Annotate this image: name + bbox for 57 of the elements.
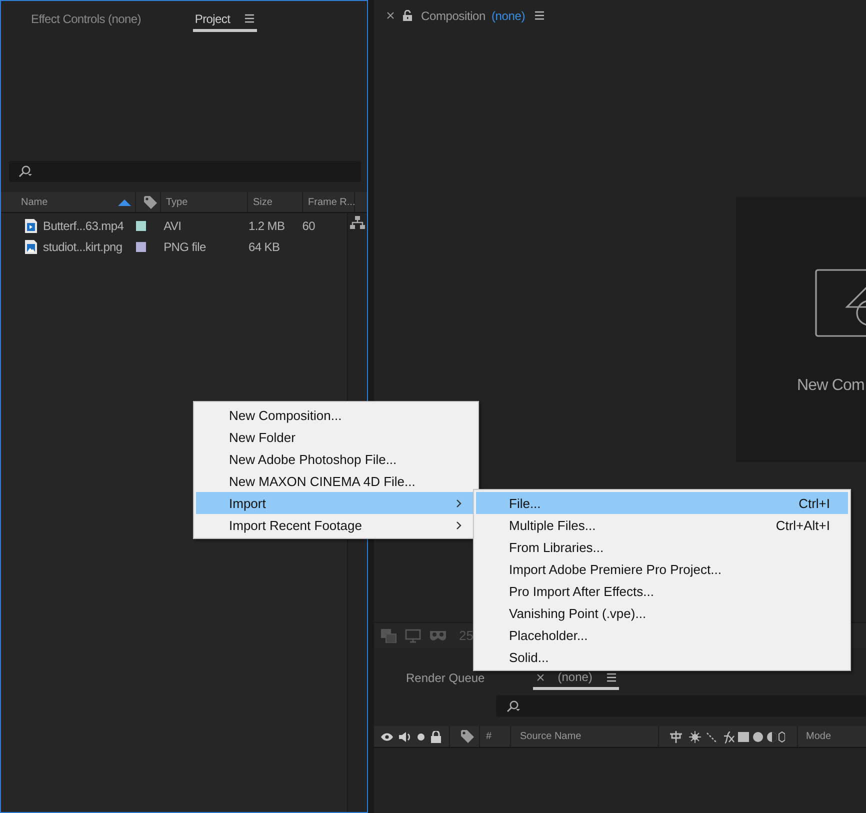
menu-item[interactable]: New MAXON CINEMA 4D File... [196, 470, 476, 492]
solo-dot-icon[interactable] [417, 732, 425, 740]
menu-item[interactable]: New Folder [196, 426, 476, 448]
menu-item[interactable]: From Libraries... [476, 536, 848, 558]
panel-tab[interactable]: Render Queue [406, 668, 485, 690]
menu-item[interactable]: Import [196, 492, 476, 514]
file-name[interactable]: studiot...kirt.png [43, 240, 122, 254]
panel-tab[interactable]: Project [192, 8, 258, 32]
new-composition-label[interactable]: New Com [797, 377, 864, 395]
speaker-icon[interactable] [399, 730, 411, 742]
column-label[interactable]: Name [21, 196, 48, 208]
composition-tab[interactable]: Composition (none) [421, 8, 525, 22]
menu-item[interactable]: Import Recent Footage [196, 514, 476, 536]
image-file-icon [25, 240, 37, 254]
table-cell: 64 KB [248, 240, 280, 254]
menu-item[interactable]: Solid... [476, 646, 848, 668]
menu-item[interactable]: New Adobe Photoshop File... [196, 448, 476, 470]
table-cell: AVI [164, 218, 182, 232]
label-color-swatch[interactable] [136, 242, 146, 252]
menu-item[interactable]: Placeholder... [476, 624, 848, 646]
lock-icon[interactable] [431, 730, 441, 742]
column-label[interactable]: Type [166, 196, 188, 208]
table-cell: PNG file [164, 240, 206, 254]
close-icon[interactable] [536, 674, 544, 680]
layer-switches-icon[interactable] [669, 730, 785, 744]
table-cell: 60 [302, 218, 315, 232]
menu-item[interactable]: Multiple Files... Ctrl+Alt+I [476, 514, 848, 536]
menu-item[interactable]: Pro Import After Effects... [476, 580, 848, 602]
menu-item[interactable]: New Composition... [196, 404, 476, 426]
panel-tab[interactable]: Effect Controls (none) [31, 8, 141, 31]
column-label[interactable]: Source Name [511, 726, 659, 747]
menu-item[interactable]: File... Ctrl+I [476, 492, 848, 514]
search-field[interactable] [9, 161, 361, 182]
menu-item[interactable]: Import Adobe Premiere Pro Project... [476, 558, 848, 580]
sort-ascending-icon[interactable] [118, 198, 131, 206]
column-label[interactable]: Mode [798, 731, 832, 742]
label-color-swatch[interactable] [136, 220, 146, 230]
search-icon[interactable] [506, 700, 522, 712]
search-icon[interactable] [18, 165, 34, 178]
eye-icon[interactable] [381, 732, 393, 740]
column-label[interactable]: Size [253, 196, 272, 208]
panel-menu-icon[interactable] [534, 10, 545, 21]
file-name[interactable]: Butterf...63.mp4 [43, 218, 124, 232]
new-composition-card[interactable]: New Com [736, 197, 866, 462]
flowchart-icon[interactable] [350, 216, 365, 229]
video-file-icon [25, 218, 37, 232]
padlock-icon[interactable] [403, 10, 412, 21]
panel-menu-icon[interactable] [244, 13, 256, 24]
label-tag-icon [143, 194, 158, 210]
close-icon[interactable] [387, 12, 394, 19]
panel-menu-icon[interactable] [606, 672, 618, 682]
label-tag-icon [460, 729, 475, 744]
column-label[interactable]: # [480, 726, 511, 747]
table-cell: 1.2 MB [248, 218, 285, 232]
menu-item[interactable]: Vanishing Point (.vpe)... [476, 602, 848, 624]
column-label[interactable]: Frame R... [308, 196, 356, 208]
search-field[interactable] [496, 695, 866, 717]
